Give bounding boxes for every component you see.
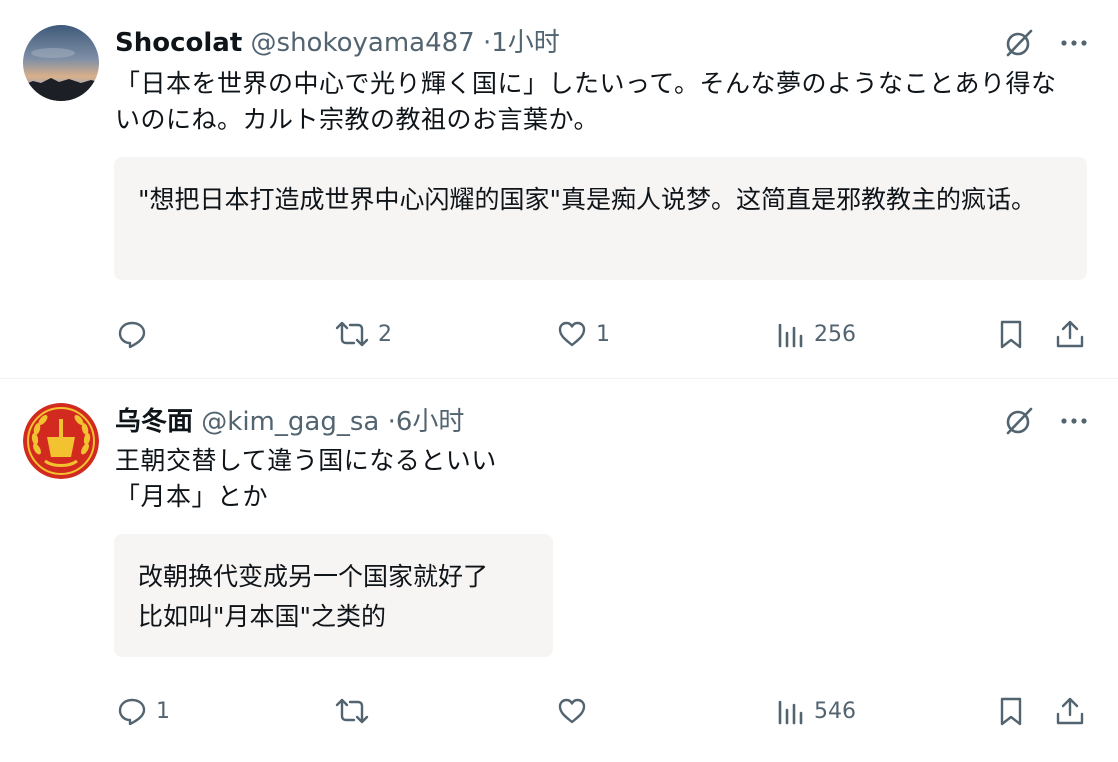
grok-icon[interactable] bbox=[1004, 28, 1034, 58]
display-name[interactable]: 乌冬面 bbox=[115, 407, 193, 437]
like-button[interactable]: 1 bbox=[556, 318, 610, 350]
tweet-header: 乌冬面 @kim_gag_sa ·6小时 bbox=[115, 406, 464, 438]
handle[interactable]: @kim_gag_sa bbox=[201, 407, 379, 437]
timestamp[interactable]: 1小时 bbox=[491, 28, 560, 58]
retweet-icon bbox=[335, 321, 369, 347]
heart-icon bbox=[558, 698, 586, 724]
reply-button[interactable] bbox=[116, 318, 156, 350]
more-icon[interactable] bbox=[1060, 39, 1088, 47]
share-icon bbox=[1056, 697, 1084, 725]
bookmark-icon bbox=[1000, 697, 1022, 726]
reply-icon bbox=[118, 698, 146, 726]
translation-box: "想把日本打造成世界中心闪耀的国家"真是痴人说梦。这简直是邪教教主的疯话。 bbox=[114, 157, 1087, 280]
share-button[interactable] bbox=[1054, 695, 1086, 727]
share-button[interactable] bbox=[1054, 318, 1086, 350]
reply-count: 1 bbox=[156, 698, 170, 724]
translation-box: 改朝换代变成另一个国家就好了 比如叫"月本国"之类的 bbox=[114, 534, 553, 657]
view-count: 256 bbox=[814, 321, 856, 347]
handle[interactable]: @shokoyama487 bbox=[251, 28, 475, 58]
bookmark-icon bbox=[1000, 320, 1022, 349]
views-button[interactable]: 546 bbox=[776, 695, 856, 727]
like-button[interactable] bbox=[556, 695, 596, 727]
reply-button[interactable]: 1 bbox=[116, 695, 170, 727]
avatar[interactable] bbox=[23, 403, 99, 479]
view-count: 546 bbox=[814, 698, 856, 724]
tweet-text: 王朝交替して違う国になるといい 「月本」とか bbox=[115, 446, 497, 511]
separator: · bbox=[387, 407, 396, 437]
action-bar: 2 1 256 bbox=[0, 318, 1118, 358]
tweet-header: Shocolat @shokoyama487 ·1小时 bbox=[115, 27, 560, 59]
retweet-count: 2 bbox=[378, 321, 392, 347]
translation-text: 改朝换代变成另一个国家就好了 比如叫"月本国"之类的 bbox=[138, 562, 489, 631]
like-count: 1 bbox=[596, 321, 610, 347]
translation-text: "想把日本打造成世界中心闪耀的国家"真是痴人说梦。这简直是邪教教主的疯话。 bbox=[138, 185, 1037, 214]
retweet-icon bbox=[335, 698, 369, 724]
tweet[interactable]: 乌冬面 @kim_gag_sa ·6小时 王朝交替して違う国になるといい 「月本… bbox=[0, 379, 1118, 762]
views-button[interactable]: 256 bbox=[776, 318, 856, 350]
sunset-sky-avatar-icon bbox=[23, 25, 99, 101]
separator: · bbox=[482, 28, 492, 58]
tweet-text: 「日本を世界の中心で光り輝く国に」したいって。そんな夢のようなことあり得ないのに… bbox=[115, 69, 1057, 134]
share-icon bbox=[1056, 320, 1084, 348]
action-bar: 1 546 bbox=[0, 695, 1118, 735]
tweet[interactable]: Shocolat @shokoyama487 ·1小时 「日本を世界の中心で光り… bbox=[0, 0, 1118, 379]
retweet-button[interactable] bbox=[334, 695, 378, 727]
reply-icon bbox=[118, 321, 146, 349]
heart-icon bbox=[558, 321, 586, 347]
views-icon bbox=[778, 700, 803, 725]
retweet-button[interactable]: 2 bbox=[334, 318, 392, 350]
bookmark-button[interactable] bbox=[996, 318, 1026, 350]
avatar[interactable] bbox=[23, 25, 99, 101]
more-icon[interactable] bbox=[1060, 417, 1088, 425]
bookmark-button[interactable] bbox=[996, 695, 1026, 727]
timestamp[interactable]: 6小时 bbox=[396, 407, 465, 437]
views-icon bbox=[778, 323, 803, 348]
red-emblem-avatar-icon bbox=[23, 403, 99, 479]
display-name[interactable]: Shocolat bbox=[115, 28, 242, 58]
grok-icon[interactable] bbox=[1004, 406, 1034, 436]
